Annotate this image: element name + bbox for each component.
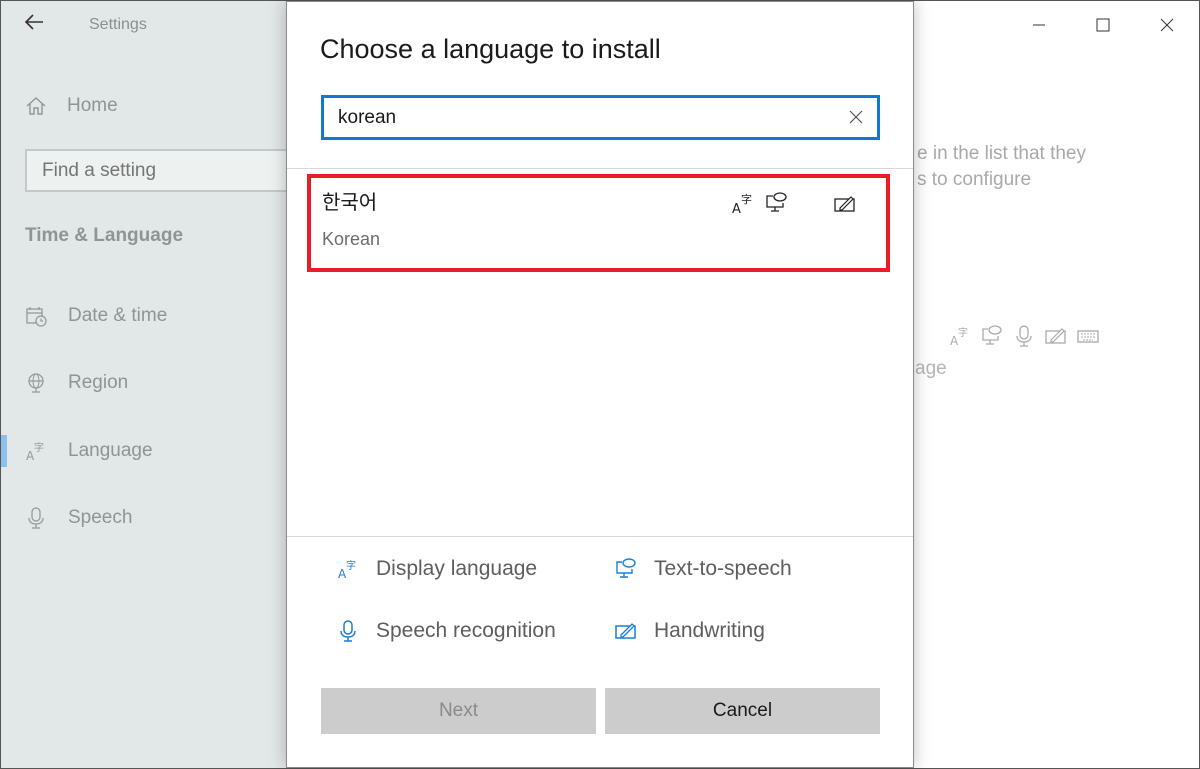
section-title: Time & Language — [25, 225, 184, 246]
sidebar-item-label: Date & time — [68, 305, 168, 326]
svg-text:字: 字 — [34, 441, 44, 454]
selection-indicator — [1, 435, 7, 467]
display-language-icon: A字 — [337, 558, 359, 580]
sidebar-item-label: Region — [68, 372, 129, 393]
maximize-icon — [1096, 18, 1110, 32]
background-feature-icons: A字 — [949, 325, 1099, 347]
sidebar: Settings Home Time & Language Date & tim… — [1, 1, 295, 768]
svg-text:A: A — [732, 202, 741, 215]
sidebar-item-label: Language — [68, 440, 153, 461]
sidebar-item-label: Speech — [68, 507, 133, 528]
legend-text-to-speech: Text-to-speech — [615, 554, 792, 584]
svg-text:字: 字 — [741, 192, 752, 206]
sidebar-item-date-time[interactable]: Date & time — [1, 296, 291, 336]
cancel-button[interactable]: Cancel — [605, 688, 880, 734]
legend-display-language: A字 Display language — [337, 554, 537, 584]
text-to-speech-icon — [981, 325, 1003, 347]
display-language-icon: A字 — [949, 325, 971, 347]
legend-label: Speech recognition — [376, 619, 556, 642]
language-feature-icons: A字 — [311, 191, 886, 217]
window-controls — [1007, 1, 1199, 49]
description-line: e in the list that they — [917, 143, 1086, 164]
handwriting-icon — [615, 620, 637, 642]
minimize-button[interactable] — [1007, 1, 1071, 49]
language-result-row[interactable]: 한국어 Korean A字 — [307, 174, 890, 272]
app-title: Settings — [89, 16, 147, 33]
microphone-icon — [1013, 325, 1035, 347]
keyboard-icon — [1077, 325, 1099, 347]
close-button[interactable] — [1135, 1, 1199, 49]
calendar-clock-icon — [25, 305, 47, 327]
sidebar-item-home[interactable]: Home — [25, 91, 118, 121]
display-language-icon: A字 — [731, 191, 755, 215]
language-icon: A字 — [25, 440, 47, 462]
globe-icon — [25, 372, 47, 394]
microphone-icon — [25, 507, 47, 529]
back-button[interactable] — [23, 11, 47, 35]
background-partial-text: age — [915, 358, 947, 379]
text-to-speech-icon — [615, 558, 637, 580]
legend-handwriting: Handwriting — [615, 616, 765, 646]
next-button[interactable]: Next — [321, 688, 596, 734]
find-setting-input[interactable] — [25, 149, 295, 192]
microphone-icon — [337, 620, 359, 642]
handwriting-icon — [1045, 325, 1067, 347]
legend-label: Display language — [376, 557, 538, 580]
sidebar-item-label: Home — [67, 95, 118, 116]
svg-text:字: 字 — [958, 326, 968, 339]
svg-text:字: 字 — [346, 559, 356, 572]
divider — [287, 536, 913, 537]
divider — [287, 168, 913, 169]
legend-label: Handwriting — [654, 619, 765, 642]
sidebar-item-region[interactable]: Region — [1, 363, 291, 403]
choose-language-dialog: Choose a language to install 한국어 Korean … — [286, 1, 914, 768]
sidebar-item-speech[interactable]: Speech — [1, 498, 291, 538]
close-icon — [849, 110, 863, 124]
arrow-left-icon — [24, 14, 43, 30]
language-search-input[interactable] — [338, 98, 828, 137]
language-english-name: Korean — [322, 229, 381, 249]
text-to-speech-icon — [765, 191, 789, 215]
language-search-box — [321, 95, 880, 140]
home-icon — [26, 97, 46, 115]
dialog-title: Choose a language to install — [320, 34, 661, 64]
description-line: s to configure — [917, 169, 1032, 190]
clear-search-button[interactable] — [845, 106, 867, 128]
sidebar-item-language[interactable]: A字 Language — [1, 431, 291, 471]
minimize-icon — [1033, 24, 1045, 26]
maximize-button[interactable] — [1071, 1, 1135, 49]
legend-speech-recognition: Speech recognition — [337, 616, 556, 646]
background-description: e in the list that they s to configure — [917, 141, 1086, 193]
close-icon — [1160, 18, 1174, 32]
legend-label: Text-to-speech — [654, 557, 792, 580]
handwriting-icon — [833, 191, 857, 215]
